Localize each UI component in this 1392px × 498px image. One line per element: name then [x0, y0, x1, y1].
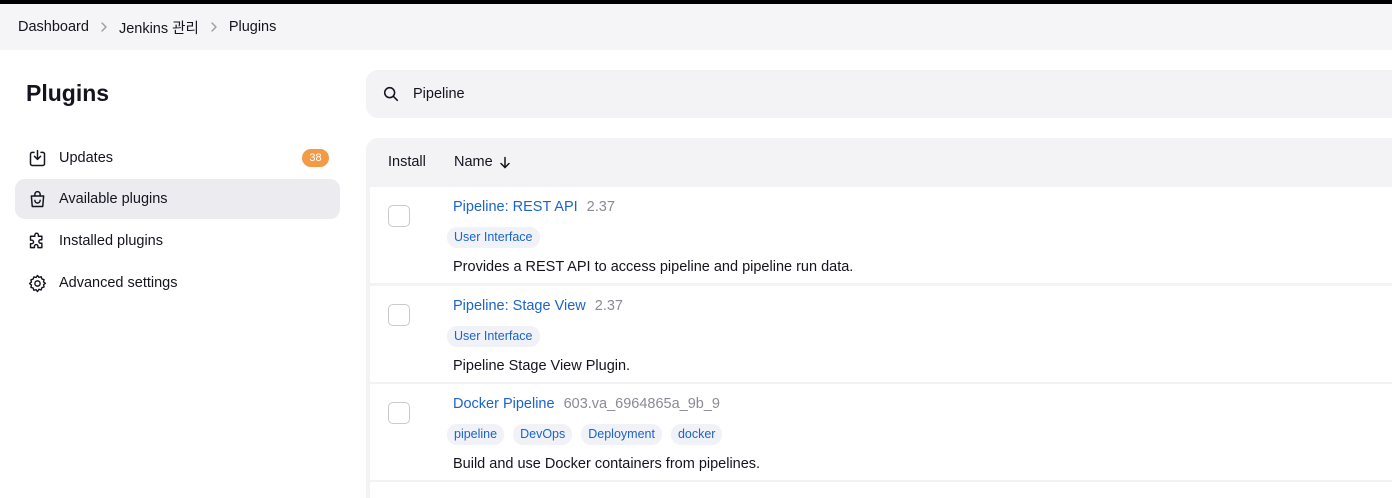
sidebar-item-updates[interactable]: Updates 38 [15, 138, 340, 178]
column-header-name-label: Name [454, 154, 493, 170]
plugin-tag[interactable]: User Interface [447, 326, 540, 347]
download-icon [26, 147, 48, 169]
table-row: Pipeline: REST API 2.37 User Interface P… [370, 187, 1392, 283]
chevron-right-icon [199, 22, 229, 32]
plugin-tag[interactable]: DevOps [513, 424, 573, 445]
plugin-tags: User Interface [447, 227, 549, 248]
plugin-search-box[interactable] [366, 70, 1392, 118]
column-header-install: Install [388, 154, 426, 170]
sidebar-item-label: Updates [59, 150, 114, 166]
sidebar-item-installed-plugins[interactable]: Installed plugins [15, 221, 340, 261]
table-row-partial [370, 482, 1392, 498]
updates-count-badge: 38 [302, 149, 329, 167]
sidebar-item-label: Installed plugins [59, 233, 163, 249]
column-header-name[interactable]: Name [454, 154, 511, 170]
search-icon [381, 84, 401, 104]
arrow-down-icon [499, 156, 511, 169]
table-row: Pipeline: Stage View 2.37 User Interface… [370, 286, 1392, 382]
plugin-title-line: Docker Pipeline 603.va_6964865a_9b_9 [453, 396, 720, 412]
plugin-description: Build and use Docker containers from pip… [453, 456, 761, 472]
plugin-title-line: Pipeline: REST API 2.37 [453, 199, 615, 215]
plugin-name-link[interactable]: Docker Pipeline [453, 396, 555, 412]
plugin-name-link[interactable]: Pipeline: REST API [453, 199, 578, 215]
plugin-version: 2.37 [586, 199, 615, 215]
breadcrumb-plugins[interactable]: Plugins [229, 19, 277, 35]
sidebar-item-available-plugins[interactable]: Available plugins [15, 179, 340, 219]
plugin-tag[interactable]: pipeline [447, 424, 505, 445]
plugin-description: Pipeline Stage View Plugin. [453, 358, 631, 374]
breadcrumb-dashboard[interactable]: Dashboard [18, 19, 89, 35]
install-checkbox[interactable] [388, 205, 410, 227]
page-title: Plugins [26, 80, 110, 106]
sidebar-item-advanced-settings[interactable]: Advanced settings [15, 263, 340, 303]
sidebar: Plugins Updates 38 Available plugins Ins… [0, 50, 366, 498]
search-input[interactable] [413, 86, 1313, 102]
install-checkbox[interactable] [388, 304, 410, 326]
plugin-description: Provides a REST API to access pipeline a… [453, 259, 854, 275]
plugin-tag[interactable]: docker [670, 424, 723, 445]
plugins-table: Install Name Pipeline: REST API 2.37 Use… [366, 138, 1392, 498]
plugin-version: 603.va_6964865a_9b_9 [563, 396, 720, 412]
plugin-tags: User Interface [447, 326, 549, 347]
table-header: Install Name [366, 138, 1392, 186]
puzzle-icon [26, 230, 48, 252]
breadcrumb: Dashboard Jenkins 관리 Plugins [0, 4, 1392, 50]
chevron-right-icon [89, 22, 119, 32]
sidebar-item-label: Advanced settings [59, 275, 178, 291]
install-checkbox[interactable] [388, 402, 410, 424]
plugin-tags: pipeline DevOps Deployment docker [447, 424, 731, 445]
plugin-tag[interactable]: User Interface [447, 227, 540, 248]
gear-icon [26, 272, 48, 294]
breadcrumb-manage-jenkins[interactable]: Jenkins 관리 [119, 17, 199, 38]
plugin-tag[interactable]: Deployment [581, 424, 662, 445]
plugin-name-link[interactable]: Pipeline: Stage View [453, 298, 586, 314]
plugin-title-line: Pipeline: Stage View 2.37 [453, 298, 623, 314]
table-row: Docker Pipeline 603.va_6964865a_9b_9 pip… [370, 384, 1392, 480]
plugin-version: 2.37 [594, 298, 623, 314]
shopping-bag-icon [26, 188, 48, 210]
sidebar-item-label: Available plugins [59, 191, 168, 207]
